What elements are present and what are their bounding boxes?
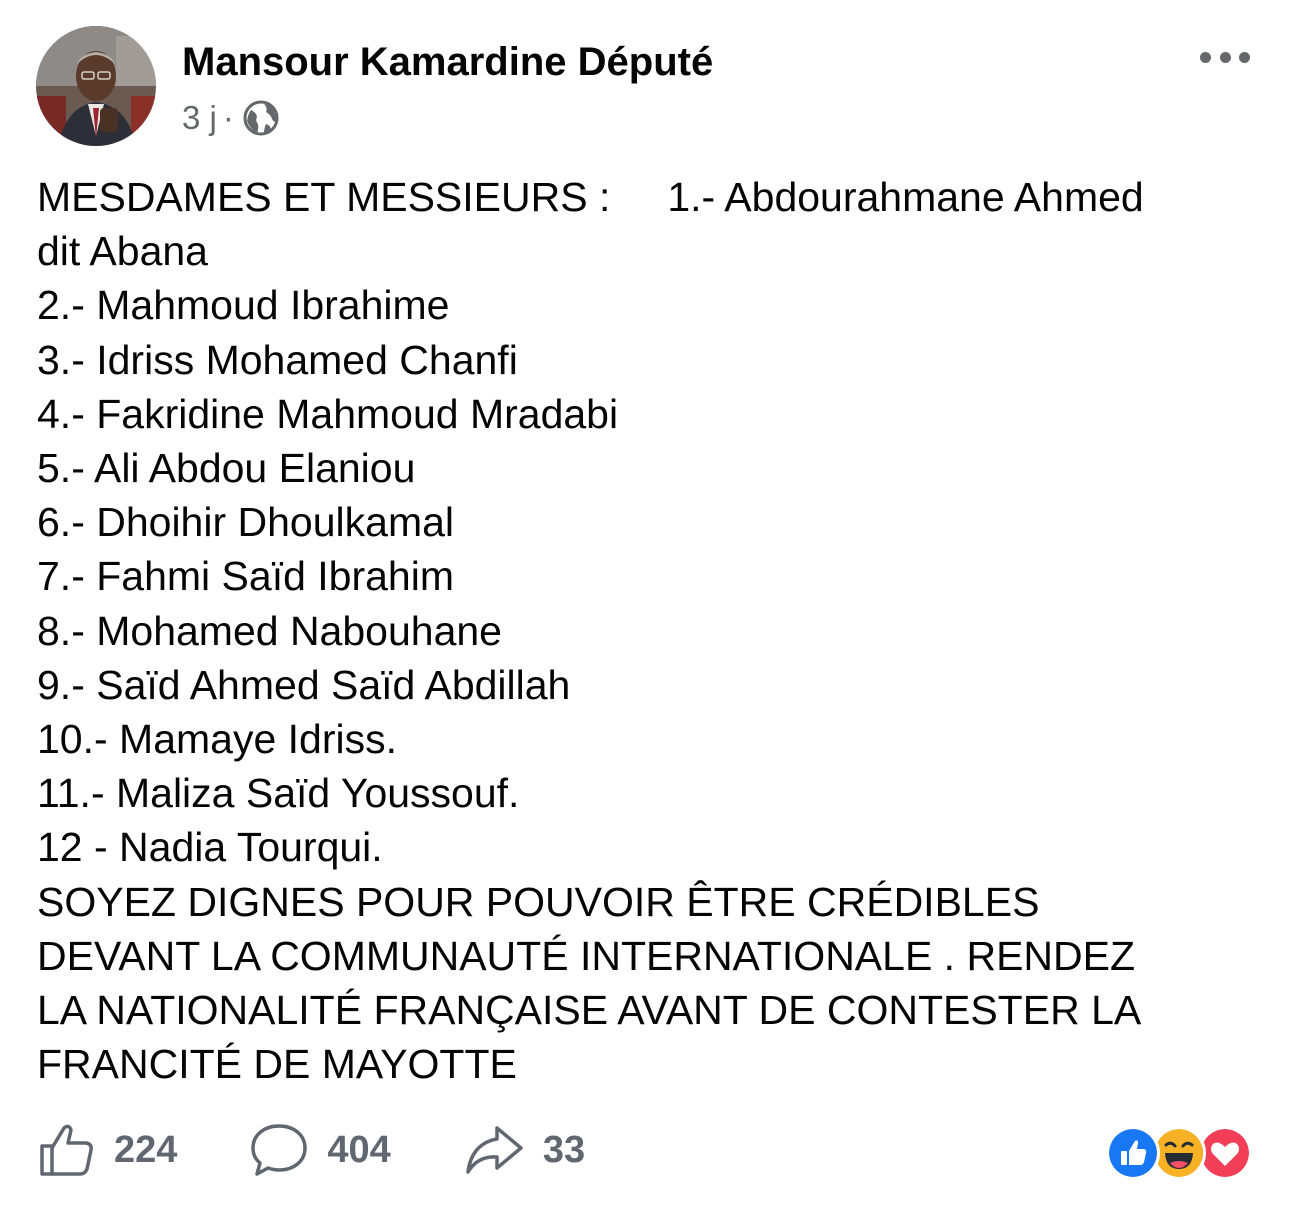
meta-separator: · [222,99,234,136]
share-button[interactable]: 33 [463,1120,585,1180]
reactions-summary[interactable] [1106,1124,1254,1180]
post-text-line: 2.- Mahmoud Ibrahime [37,282,450,329]
post-text-line: 11.- Maliza Saïd Youssouf. [37,770,520,817]
post-text-line: 4.- Fakridine Mahmoud Mradabi [37,390,619,437]
author-avatar[interactable] [36,26,156,146]
thumbs-up-icon [40,1124,93,1176]
more-dot [1239,51,1250,63]
like-reaction-icon [1106,1126,1160,1180]
more-options-icon[interactable] [1200,40,1250,74]
action-bar: 224 404 33 [36,1118,657,1182]
comment-button[interactable]: 404 [249,1120,391,1180]
post-meta: 3 j · [182,96,280,140]
post-text-line: 8.- Mohamed Nabouhane [37,607,502,654]
haha-reaction-icon [1152,1126,1206,1180]
post-text-line: dit Abana [37,228,208,275]
post-text: MESDAMES ET MESSIEURS : 1.- Abdourahmane… [37,170,1262,1091]
post-time[interactable]: 3 j [182,99,217,137]
more-dot [1219,51,1231,63]
more-dot [1200,51,1211,63]
post-text-line: 9.- Saïd Ahmed Saïd Abdillah [37,661,571,708]
post-text-line: 7.- Fahmi Saïd Ibrahim [37,553,454,600]
love-reaction-icon [1198,1126,1252,1180]
post-text-line: 5.- Ali Abdou Elaniou [37,445,416,492]
comment-count: 404 [327,1128,391,1171]
post-text-line: SOYEZ DIGNES POUR POUVOIR ÊTRE CRÉDIBLES [37,878,1040,925]
like-count: 224 [114,1128,178,1171]
post-text-line: 12 - Nadia Tourqui. [37,824,383,871]
share-icon [466,1126,523,1174]
author-name[interactable]: Mansour Kamardine Député [182,38,713,86]
post-text-line: MESDAMES ET MESSIEURS : 1.- Abdourahmane… [37,174,1144,220]
share-count: 33 [542,1128,586,1171]
post-text-line: FRANCITÉ DE MAYOTTE [37,1041,517,1088]
post-text-line: LA NATIONALITÉ FRANÇAISE AVANT DE CONTES… [37,987,1142,1034]
comment-icon [251,1124,308,1176]
globe-icon[interactable] [242,99,280,137]
post-text-line: DEVANT LA COMMUNAUTÉ INTERNATIONALE . RE… [37,932,1136,979]
post-text-line: 3.- Idriss Mohamed Chanfi [37,336,518,383]
like-button[interactable]: 224 [36,1120,177,1180]
post-text-line: 6.- Dhoihir Dhoulkamal [37,499,455,546]
post-text-line: 10.- Mamaye Idriss. [37,716,397,763]
